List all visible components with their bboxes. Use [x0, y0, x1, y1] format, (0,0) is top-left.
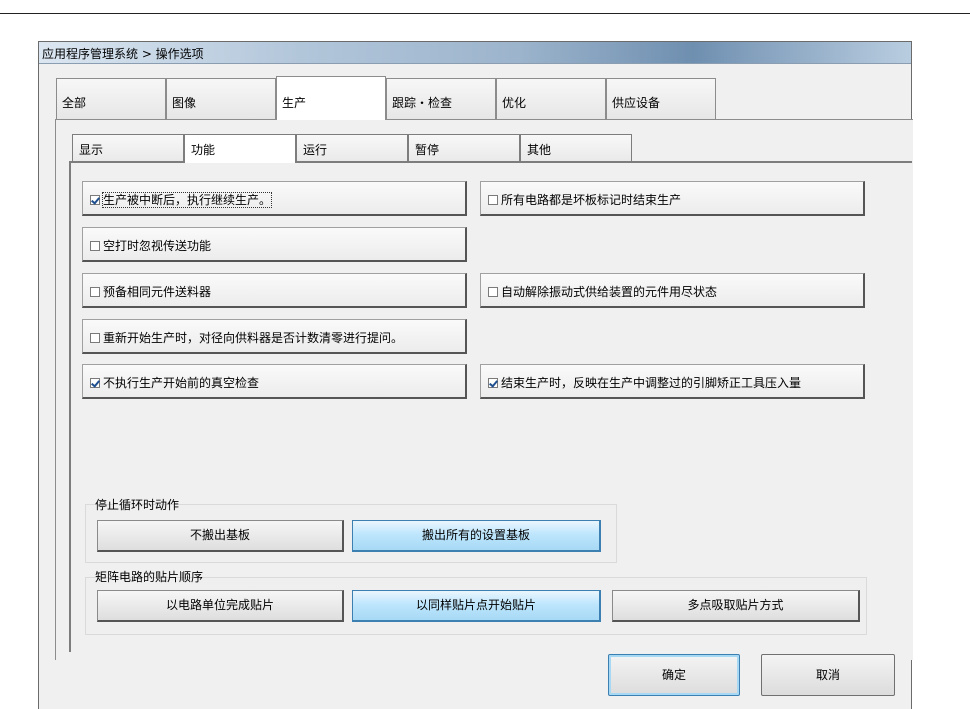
subtab-other[interactable]: 其他	[520, 134, 632, 162]
option-label: 结束生产时，反映在生产中调整过的引脚矫正工具压入量	[501, 376, 802, 390]
matrix-order-group-label: 矩阵电路的贴片顺序	[95, 570, 204, 584]
option-label: 所有电路都是坏板标记时结束生产	[501, 193, 682, 207]
checkbox-auto-release-vibratory[interactable]	[488, 287, 498, 297]
window-title: 应用程序管理系统 > 操作选项	[42, 47, 204, 61]
checkbox-standby-same-feeder[interactable]	[90, 287, 100, 297]
option-label: 生产被中断后，执行继续生产。	[101, 192, 273, 208]
tab-production[interactable]: 生产	[276, 76, 386, 120]
title-bar: 应用程序管理系统 > 操作选项	[39, 42, 911, 64]
checkbox-reflect-clinch-tool[interactable]	[488, 378, 498, 388]
checkbox-resume-after-interrupt[interactable]	[90, 195, 100, 205]
tab-tracking-inspection[interactable]: 跟踪・检查	[386, 78, 496, 120]
checkbox-end-on-all-bad-marks[interactable]	[488, 195, 498, 205]
subtab-operation[interactable]: 运行	[296, 134, 408, 162]
subtab-pause[interactable]: 暂停	[408, 134, 520, 162]
option-resume-after-interrupt[interactable]: 生产被中断后，执行继续生产。	[82, 181, 467, 216]
stop-cycle-group-label: 停止循环时动作	[95, 498, 180, 512]
option-label: 自动解除振动式供给装置的元件用尽状态	[501, 285, 718, 299]
option-label: 重新开始生产时，对径向供料器是否计数清零进行提问。	[103, 331, 404, 345]
ok-button[interactable]: 确定	[608, 654, 740, 696]
subtab-function[interactable]: 功能	[184, 134, 296, 163]
tab-supply-device[interactable]: 供应设备	[606, 78, 716, 120]
option-end-on-all-bad-marks[interactable]: 所有电路都是坏板标记时结束生产	[480, 181, 865, 216]
option-label: 空打时忽视传送功能	[103, 239, 212, 253]
cancel-button[interactable]: 取消	[761, 654, 895, 696]
option-skip-vacuum-check[interactable]: 不执行生产开始前的真空检查	[82, 364, 467, 399]
option-label: 不执行生产开始前的真空检查	[103, 376, 260, 390]
start-by-same-point-button[interactable]: 以同样贴片点开始贴片	[352, 590, 601, 622]
option-reflect-clinch-tool[interactable]: 结束生产时，反映在生产中调整过的引脚矫正工具压入量	[480, 364, 865, 399]
tab-optimization[interactable]: 优化	[496, 78, 606, 120]
unload-all-boards-button[interactable]: 搬出所有的设置基板	[352, 520, 601, 552]
multi-pick-mount-button[interactable]: 多点吸取贴片方式	[612, 590, 860, 622]
tab-image[interactable]: 图像	[166, 78, 276, 120]
checkbox-skip-vacuum-check[interactable]	[90, 378, 100, 388]
no-unload-board-button[interactable]: 不搬出基板	[97, 520, 344, 552]
options-window: 应用程序管理系统 > 操作选项 全部 图像 生产 跟踪・检查 优化 供应设备 显…	[38, 41, 913, 709]
option-auto-release-vibratory[interactable]: 自动解除振动式供给装置的元件用尽状态	[480, 273, 865, 308]
checkbox-ignore-transfer-on-empty[interactable]	[90, 241, 100, 251]
option-ignore-transfer-on-empty[interactable]: 空打时忽视传送功能	[82, 227, 467, 262]
complete-by-circuit-button[interactable]: 以电路单位完成贴片	[97, 590, 344, 622]
option-standby-same-feeder[interactable]: 预备相同元件送料器	[82, 273, 467, 308]
tab-all[interactable]: 全部	[56, 78, 166, 120]
subtab-display[interactable]: 显示	[72, 134, 184, 162]
top-divider	[0, 13, 970, 14]
option-label: 预备相同元件送料器	[103, 285, 212, 299]
checkbox-radial-feeder-prompt[interactable]	[90, 333, 100, 343]
option-radial-feeder-prompt[interactable]: 重新开始生产时，对径向供料器是否计数清零进行提问。	[82, 319, 467, 354]
